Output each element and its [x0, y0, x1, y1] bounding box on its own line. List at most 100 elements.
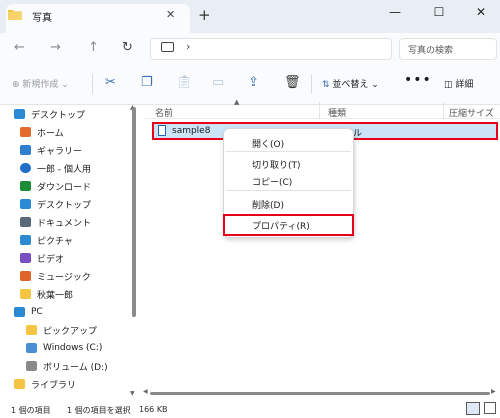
close-button[interactable]: ✕ [466, 3, 496, 23]
folder-icon [26, 325, 37, 335]
sidebar-item[interactable]: ライブラリ [14, 375, 76, 393]
chevron-down-icon: ⌄ [368, 80, 379, 90]
desktop-icon [14, 109, 25, 119]
desktop-icon [20, 199, 31, 209]
rename-icon[interactable]: ▭ [212, 75, 224, 90]
menu-item-delete[interactable]: 削除(D) [252, 198, 284, 211]
forward-button[interactable]: → [50, 40, 61, 55]
drive-icon [26, 361, 37, 371]
sort-button[interactable]: ⇅ 並べ替え ⌄ [322, 77, 379, 90]
sidebar-item-label: ピックアップ [43, 326, 98, 337]
gallery-icon [20, 145, 31, 155]
sidebar-item[interactable]: 秋葉一郎 [20, 285, 73, 303]
status-size: 166 KB [139, 405, 168, 414]
sidebar-item[interactable]: Windows (C:) [26, 339, 102, 357]
toolbar-divider [311, 74, 312, 94]
search-placeholder: 写真の検索 [408, 46, 454, 56]
new-button-label: 新規作成 [22, 80, 59, 90]
scroll-left-icon[interactable]: ◀ [143, 388, 148, 395]
onedrive-icon [20, 163, 31, 173]
sidebar-item[interactable]: 一郎 - 個人用 [20, 159, 91, 177]
download-icon [20, 181, 31, 191]
music-icon [20, 271, 31, 281]
scroll-right-icon[interactable]: ▶ [491, 388, 496, 395]
column-header-type[interactable]: 種類 [328, 106, 346, 119]
copy-icon[interactable]: ❐ [141, 75, 153, 90]
tab-title: 写真 [32, 13, 52, 24]
column-divider[interactable] [443, 102, 444, 119]
sidebar-item[interactable]: ピクチャ [20, 231, 73, 249]
sidebar-item[interactable]: ギャラリー [20, 141, 82, 159]
column-divider[interactable] [319, 102, 320, 119]
tiles-view-button[interactable] [484, 402, 496, 414]
sidebar-item[interactable]: ボリューム (D:) [26, 357, 108, 375]
sidebar-item[interactable]: ビデオ [20, 249, 64, 267]
column-header-row [145, 100, 500, 119]
more-options-button[interactable]: ••• [404, 72, 432, 88]
plus-circle-icon: ⊕ [12, 80, 23, 90]
sidebar-item[interactable]: PC [14, 303, 43, 321]
sidebar-item-label: ドキュメント [37, 218, 92, 229]
details-label: 詳細 [455, 80, 474, 90]
sidebar-item[interactable]: ミュージック [20, 267, 91, 285]
sidebar-item-label: ピクチャ [37, 236, 73, 247]
sidebar-item-label: デスクトップ [31, 110, 86, 121]
file-icon [158, 125, 166, 136]
sidebar-item-label: PC [31, 307, 43, 317]
pc-icon [161, 42, 174, 52]
column-header-compressed-size[interactable]: 圧縮サイズ [449, 106, 494, 119]
chevron-right-icon[interactable]: › [186, 40, 190, 53]
sidebar-item-label: デスクトップ [37, 200, 92, 211]
sidebar-item-label: ビデオ [37, 254, 65, 265]
maximize-button[interactable]: ☐ [424, 3, 454, 23]
toolbar-divider [92, 74, 93, 94]
paste-icon[interactable]: 📋︎ [176, 75, 193, 90]
status-item-count: 1 個の項目 [11, 406, 51, 415]
new-tab-button[interactable]: + [198, 6, 211, 24]
status-selected: 1 個の項目を選択 [67, 406, 131, 415]
sort-button-label: 並べ替え [332, 80, 369, 90]
sidebar-item[interactable]: デスクトップ [20, 195, 91, 213]
menu-item-copy[interactable]: コピー(C) [252, 175, 292, 188]
new-button[interactable]: ⊕ 新規作成 ⌄ [12, 77, 69, 90]
back-button[interactable]: ← [14, 40, 25, 55]
details-view-button[interactable] [466, 402, 480, 415]
home-icon [20, 127, 31, 137]
sidebar-item[interactable]: ダウンロード [20, 177, 91, 195]
cut-icon[interactable]: ✂ [105, 75, 116, 90]
menu-item-properties[interactable]: プロパティ(R) [252, 219, 310, 232]
horizontal-scrollbar[interactable] [150, 392, 490, 395]
details-pane-button[interactable]: ◫ 詳細 [444, 77, 473, 90]
column-header-name[interactable]: 名前 [155, 106, 173, 119]
tab-close-button[interactable]: ✕ [166, 8, 175, 21]
details-pane-icon: ◫ [444, 80, 456, 90]
sidebar-item[interactable]: ホーム [20, 123, 64, 141]
sort-icon: ⇅ [322, 80, 333, 90]
menu-item-open[interactable]: 開く(O) [252, 137, 284, 150]
sidebar-item-label: ボリューム (D:) [43, 362, 108, 373]
menu-divider [226, 190, 351, 191]
library-icon [14, 379, 25, 389]
sidebar-item-label: 秋葉一郎 [37, 290, 74, 301]
videos-icon [20, 253, 31, 263]
sort-ascending-icon: ▲ [234, 98, 240, 106]
menu-item-cut[interactable]: 切り取り(T) [252, 158, 301, 171]
sidebar-item-label: ミュージック [37, 272, 91, 283]
drive-icon [26, 343, 37, 353]
share-icon[interactable]: ⇪ [248, 75, 259, 90]
folder-icon [20, 289, 31, 299]
scroll-down-icon[interactable]: ▼ [130, 390, 135, 397]
up-button[interactable]: ↑ [88, 40, 99, 55]
sidebar-item[interactable]: ドキュメント [20, 213, 91, 231]
sidebar-item-label: Windows (C:) [43, 343, 103, 353]
delete-icon[interactable]: 🗑︎ [284, 75, 301, 90]
sidebar-item[interactable]: ピックアップ [26, 321, 97, 339]
sidebar-item-label: ライブラリ [31, 380, 77, 391]
minimize-button[interactable]: — [380, 3, 410, 23]
refresh-button[interactable]: ↻ [122, 40, 133, 55]
documents-icon [20, 217, 31, 227]
sidebar-scrollbar[interactable] [132, 107, 136, 317]
pictures-icon [20, 235, 31, 245]
file-name: sample8 [172, 126, 211, 136]
sidebar-item[interactable]: デスクトップ [14, 105, 85, 123]
